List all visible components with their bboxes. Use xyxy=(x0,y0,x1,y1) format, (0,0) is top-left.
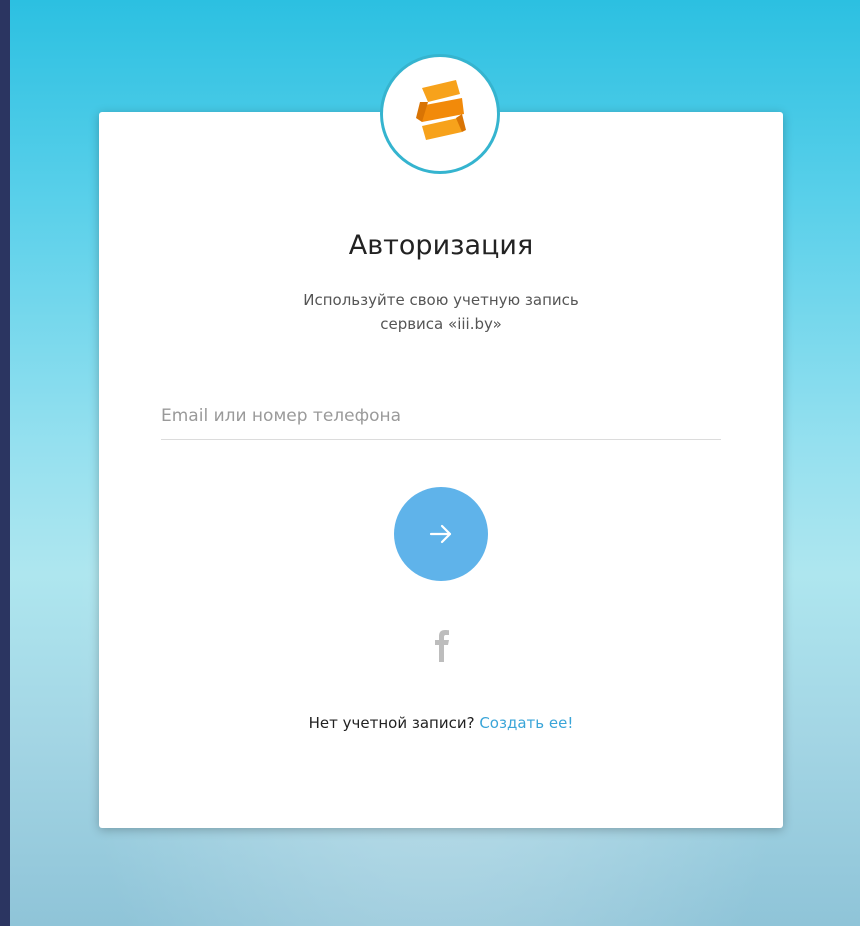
brand-logo-icon xyxy=(416,80,466,140)
create-account-link[interactable]: Создать ее! xyxy=(479,714,573,732)
subtitle-line-2: сервиса «iii.by» xyxy=(380,315,502,333)
arrow-right-icon xyxy=(429,524,452,544)
page-title: Авторизация xyxy=(348,230,534,261)
login-input[interactable] xyxy=(161,392,721,440)
facebook-icon xyxy=(435,630,449,662)
logo xyxy=(380,54,500,174)
signup-prompt: Нет учетной записи? Создать ее! xyxy=(99,714,783,732)
submit-button[interactable] xyxy=(394,487,488,581)
subtitle-line-1: Используйте свою учетную запись xyxy=(303,291,579,309)
page-subtitle: Используйте свою учетную запись сервиса … xyxy=(99,288,783,336)
no-account-text: Нет учетной записи? xyxy=(308,714,475,732)
facebook-login-button[interactable] xyxy=(428,622,454,666)
